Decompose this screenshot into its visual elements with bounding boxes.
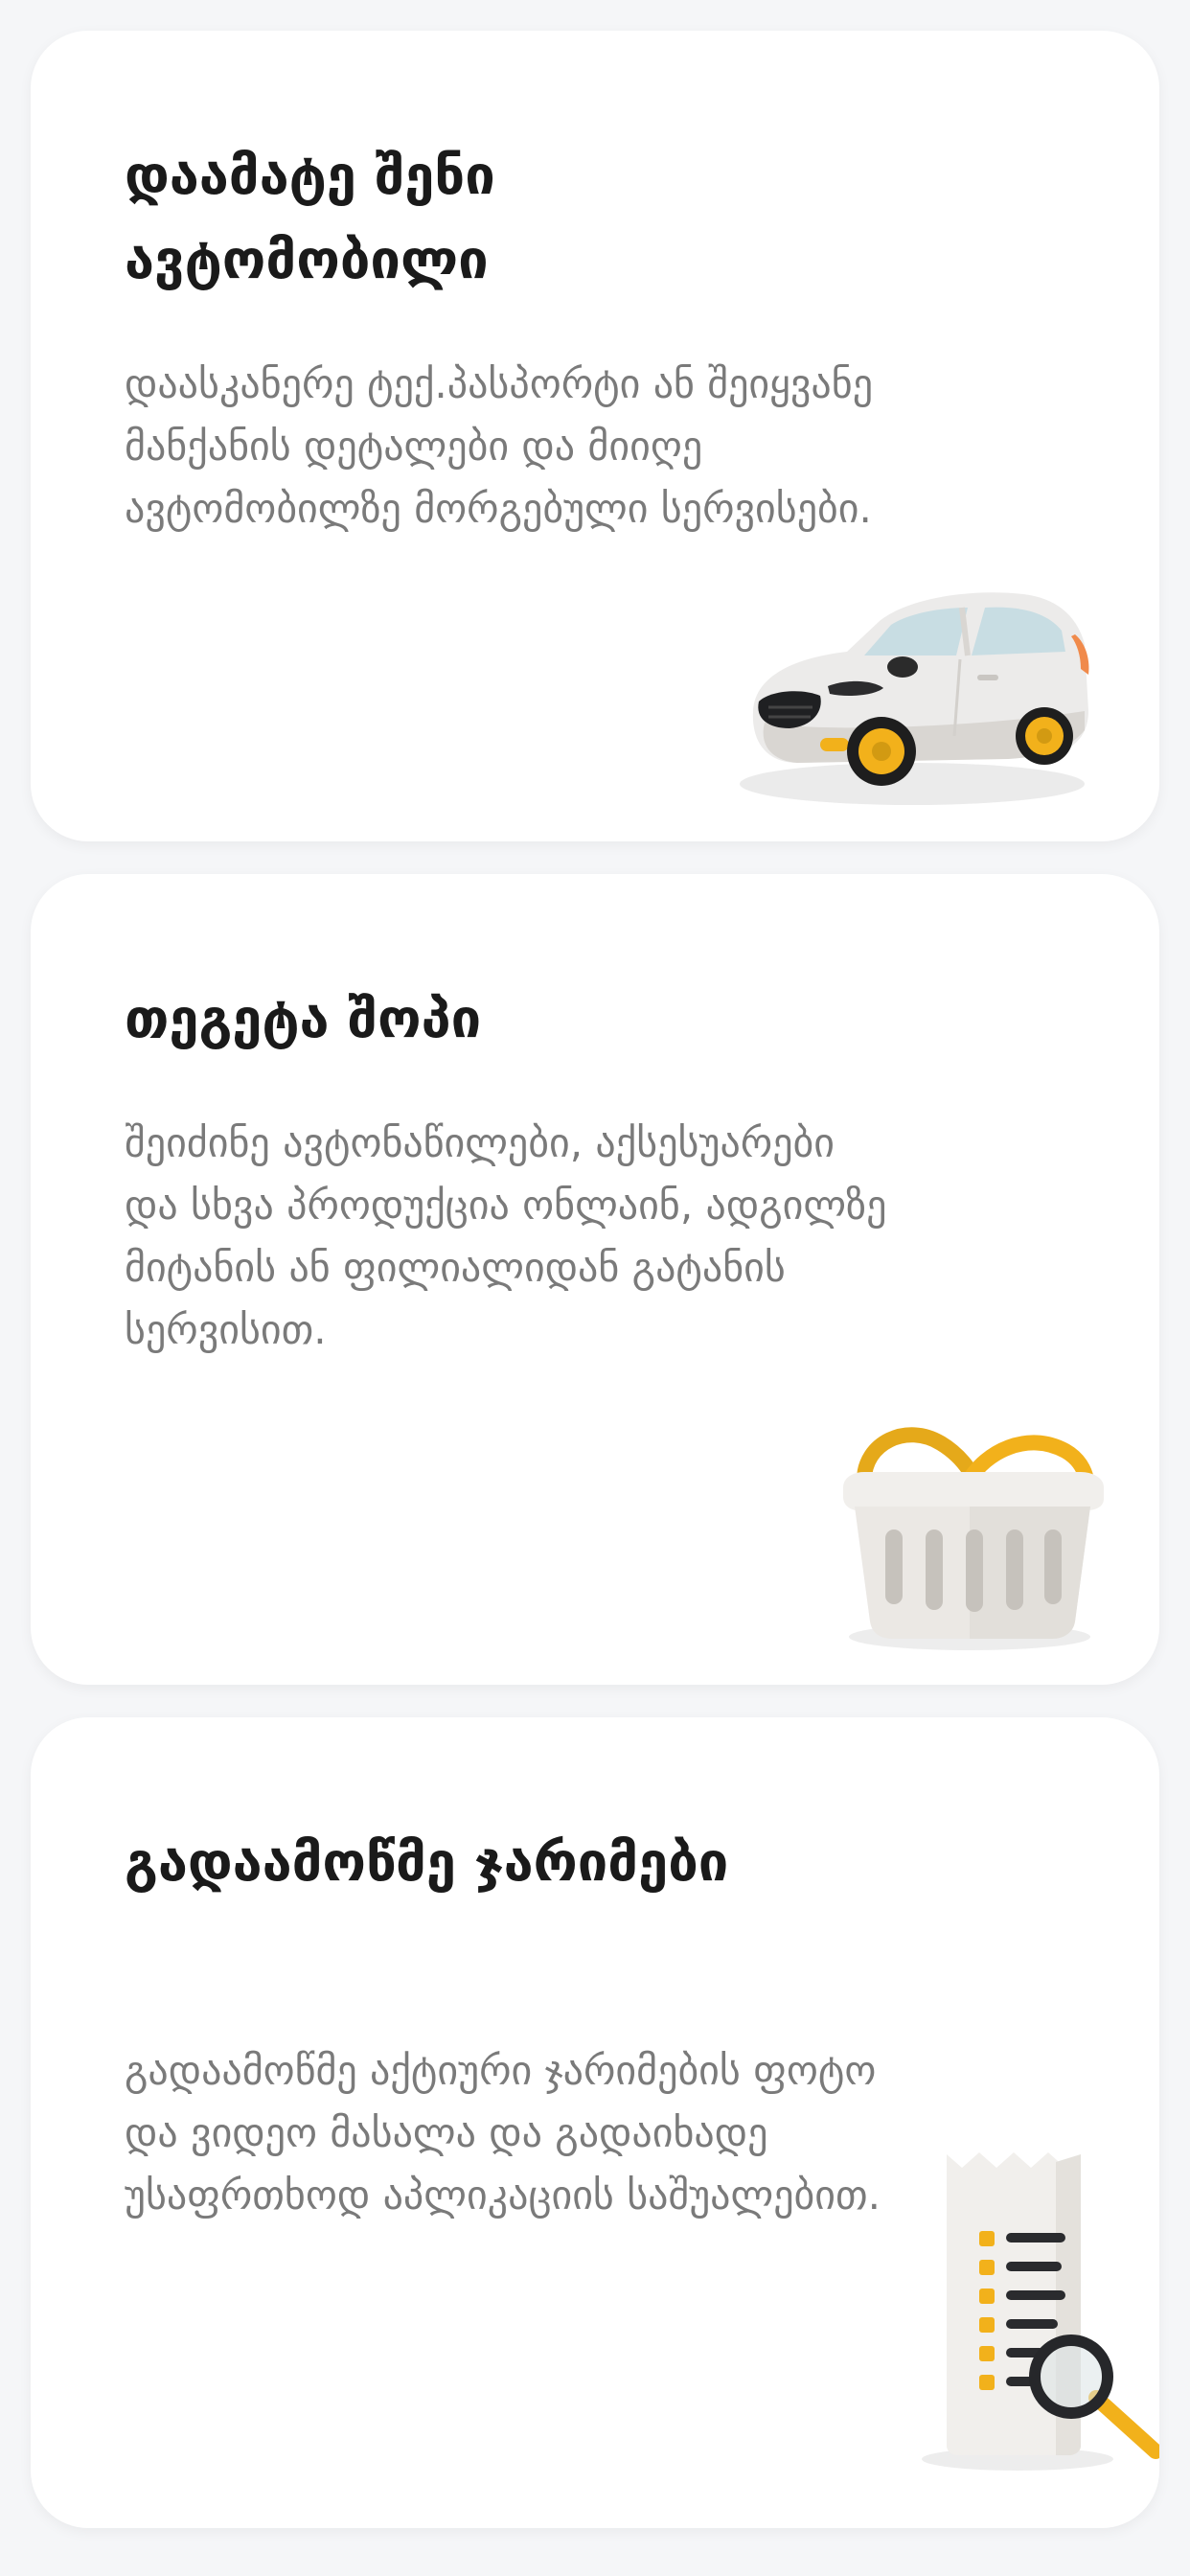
tegeta-shop-card[interactable]: თეგეტა შოპი შეიძინე ავტონაწილები, აქსესუ… [31, 874, 1159, 1685]
card-description: გადაამოწმე აქტიური ჯარიმების ფოტო და ვიდ… [125, 2047, 881, 2219]
card-description: შეიძინე ავტონაწილები, აქსესუარები და სხვ… [125, 1119, 887, 1353]
card-title: თეგეტა შოპი [125, 988, 482, 1050]
shopping-basket-icon [843, 1427, 1104, 1650]
add-car-card[interactable]: დაამატე შენი ავტომობილი დაასკანერე ტექ.პ… [31, 31, 1159, 841]
receipt-search-icon [922, 2152, 1159, 2471]
check-fines-card[interactable]: გადაამოწმე ჯარიმები გადაამოწმე აქტიური ჯ… [31, 1717, 1159, 2528]
card-title: გადაამოწმე ჯარიმები [125, 1831, 729, 1894]
card-title: დაამატე შენი ავტომობილი [125, 145, 495, 291]
car-icon [740, 592, 1089, 805]
card-description: დაასკანერე ტექ.პასპორტი ან შეიყვანე მანქ… [125, 360, 874, 532]
